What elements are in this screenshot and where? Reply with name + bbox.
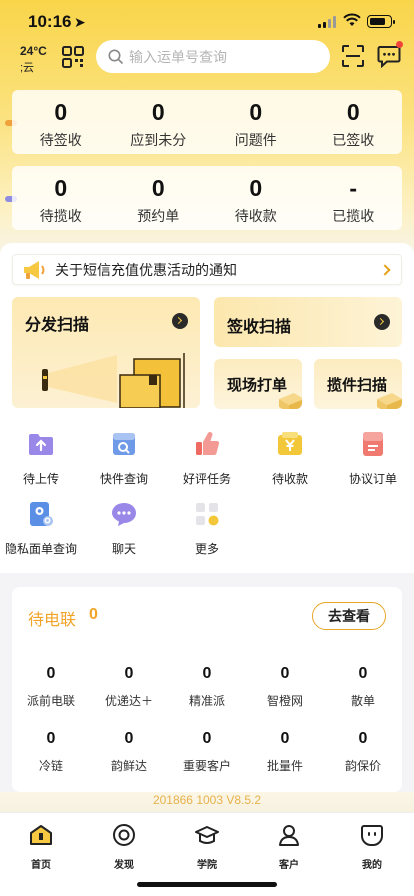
grid-item-chat[interactable]: 聊天	[83, 500, 165, 557]
yen-wallet-icon	[278, 432, 302, 455]
chat-bubble-icon	[112, 503, 136, 526]
pending-contact-title: 待电联	[28, 612, 77, 629]
grid-item-agreement-orders[interactable]: 协议订单	[332, 430, 414, 487]
scanner-boxes-illustration	[42, 353, 185, 408]
scan-icon[interactable]	[342, 45, 364, 67]
tab-academy[interactable]: 学院	[177, 823, 237, 871]
grid-item-pending-payment[interactable]: 待收款	[249, 430, 331, 487]
stat-pending-payment[interactable]: 0 待收款	[207, 166, 305, 230]
tab-profile[interactable]: 我的	[342, 823, 402, 871]
weather-temperature: 24°C	[20, 44, 47, 58]
view-button[interactable]: 去查看	[312, 602, 386, 630]
parcel-illustration	[377, 393, 402, 409]
home-icon	[30, 825, 52, 845]
grid-item-pending-upload[interactable]: 待上传	[0, 430, 82, 487]
notice-bar[interactable]: 关于短信充值优惠活动的通知	[12, 254, 402, 285]
grid-item-more[interactable]: 更多	[166, 500, 248, 557]
megaphone-icon	[24, 260, 45, 279]
notification-badge	[396, 41, 403, 48]
pc-important-customers[interactable]: 0 重要客户	[168, 730, 246, 774]
pickup-stats-card: 0 待揽收 0 预约单 0 待收款 - 已揽收	[12, 166, 402, 230]
tab-customers[interactable]: 客户	[259, 823, 319, 871]
chevron-circle-icon	[374, 314, 390, 330]
thumbs-up-icon	[196, 432, 220, 456]
grid-label: 协议订单	[348, 472, 397, 486]
academy-cap-icon	[195, 826, 219, 844]
sign-scan-card[interactable]: 签收扫描	[214, 297, 402, 347]
search-bar[interactable]	[96, 40, 330, 73]
grid-item-privacy-waybill[interactable]: 隐私面单查询	[0, 500, 82, 557]
stat-reservations[interactable]: 0 预约单	[110, 166, 208, 230]
grid-label: 快件查询	[99, 472, 148, 486]
pc-youdida-plus[interactable]: 0 优递达＋	[90, 665, 168, 709]
grid-label: 隐私面单查询	[4, 542, 77, 556]
stat-pending-sign[interactable]: 0 待签收	[12, 90, 110, 154]
stat-pending-pickup[interactable]: 0 待揽收	[12, 166, 110, 230]
pc-pre-dispatch-call[interactable]: 0 派前电联	[12, 665, 90, 709]
grid-item-review-tasks[interactable]: 好评任务	[166, 430, 248, 487]
privacy-waybill-icon	[30, 502, 53, 526]
pc-bulk-parcels[interactable]: 0 批量件	[246, 730, 324, 774]
pc-yunxianda[interactable]: 0 韵鲜达	[90, 730, 168, 774]
agreement-order-icon	[363, 432, 383, 456]
upload-folder-icon	[29, 434, 53, 455]
wifi-icon	[343, 13, 361, 26]
home-indicator	[137, 882, 277, 887]
pickup-scan-card[interactable]: 揽件扫描	[314, 359, 402, 409]
version-text: 201866 1003 V8.5.2	[152, 793, 262, 807]
tab-home[interactable]: 首页	[11, 823, 71, 871]
sign-scan-label: 签收扫描	[227, 319, 292, 336]
weather-widget[interactable]: 24°C ;云	[20, 44, 56, 75]
status-time: 10:16	[28, 12, 72, 31]
grid-label: 待收款	[271, 472, 308, 486]
more-grid-icon	[196, 503, 219, 526]
customer-icon	[279, 825, 299, 846]
grid-label: 更多	[194, 542, 219, 556]
search-icon	[108, 49, 123, 64]
dispatch-scan-card[interactable]: 分发扫描	[12, 297, 200, 408]
tab-discover[interactable]: 发现	[94, 823, 154, 871]
onsite-print-card[interactable]: 现场打单	[214, 359, 302, 409]
printer-illustration	[279, 393, 302, 409]
battery-icon	[367, 15, 395, 28]
stat-arrived-unsorted[interactable]: 0 应到未分	[110, 90, 208, 154]
profile-face-icon	[361, 825, 383, 846]
weather-description: ;云	[20, 62, 35, 74]
pending-contact-count: 0	[89, 606, 98, 623]
pc-single-orders[interactable]: 0 散单	[324, 665, 402, 709]
pc-precise-delivery[interactable]: 0 精准派	[168, 665, 246, 709]
discover-icon	[113, 824, 135, 846]
pc-cold-chain[interactable]: 0 冷链	[12, 730, 90, 774]
pc-zhicheng-net[interactable]: 0 智橙网	[246, 665, 324, 709]
chevron-right-icon	[379, 263, 391, 276]
grid-label: 好评任务	[182, 472, 231, 486]
cellular-signal-icon	[318, 16, 338, 28]
notice-text: 关于短信充值优惠活动的通知	[55, 261, 237, 278]
stat-picked-up[interactable]: - 已揽收	[305, 166, 403, 230]
location-arrow-icon: ➤	[74, 14, 86, 30]
stat-signed[interactable]: 0 已签收	[305, 90, 403, 154]
delivery-stats-card: 0 待签收 0 应到未分 0 问题件 0 已签收	[12, 90, 402, 154]
qr-code-icon[interactable]	[62, 46, 84, 68]
pc-insured-value[interactable]: 0 韵保价	[324, 730, 402, 774]
waybill-search-input[interactable]	[129, 48, 329, 65]
stat-problem-parcels[interactable]: 0 问题件	[207, 90, 305, 154]
grid-label: 聊天	[111, 542, 136, 556]
grid-label: 待上传	[22, 472, 59, 486]
parcel-search-icon	[113, 433, 135, 455]
status-bar: 10:16 ➤	[0, 0, 414, 44]
grid-item-parcel-search[interactable]: 快件查询	[83, 430, 165, 487]
